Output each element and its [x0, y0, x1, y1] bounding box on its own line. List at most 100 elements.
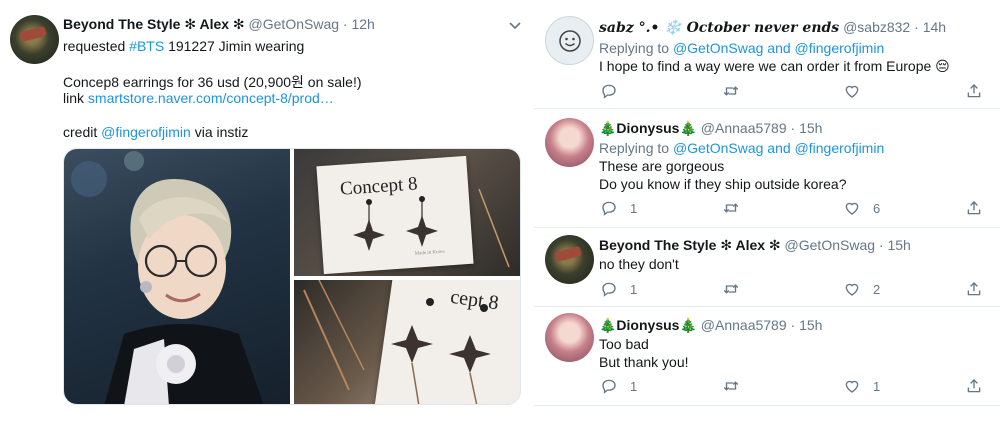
display-name[interactable]: Beyond The Style ✻ Alex ✻ — [599, 237, 781, 253]
tweet-header: 🎄Dionysus🎄 @Annaa5789 · 15h — [599, 317, 822, 334]
reply-button[interactable]: 1 — [600, 199, 637, 217]
like-icon — [843, 377, 861, 395]
avatar[interactable] — [10, 15, 59, 64]
divider — [534, 405, 1000, 406]
text: credit — [63, 124, 102, 140]
action-bar — [600, 82, 983, 102]
handle[interactable]: @GetOnSwag — [785, 237, 875, 253]
like-icon — [843, 82, 861, 100]
replying-label: Replying to — [599, 140, 673, 156]
display-name[interactable]: sabz °.• ❄️ October never ends — [599, 20, 839, 36]
like-count: 2 — [873, 281, 881, 297]
earring-illustration — [303, 280, 491, 404]
reply-button[interactable]: 1 — [600, 377, 637, 395]
separator: · — [875, 237, 888, 253]
separator: · — [339, 16, 352, 32]
mention-link[interactable]: @fingerofjimin — [101, 124, 191, 140]
smiley-icon — [559, 30, 581, 52]
share-icon — [965, 199, 983, 217]
share-button[interactable] — [965, 280, 983, 298]
separator: · — [786, 317, 800, 333]
tweet-text-line: Do you know if they ship outside korea? — [599, 176, 847, 192]
tweet-text-line: Concep8 earrings for 36 usd (20,900원 on … — [63, 74, 362, 90]
media-grid: Concept 8 Made in Korea cept 8 — [63, 148, 521, 405]
tweet-text-line: requested #BTS 191227 Jimin wearing — [63, 38, 304, 54]
tweet-text-line: I hope to find a way were we can order i… — [599, 58, 950, 74]
like-count: 1 — [873, 378, 881, 394]
tweet-header: 🎄Dionysus🎄 @Annaa5789 · 15h — [599, 120, 822, 137]
tweet-header: Beyond The Style ✻ Alex ✻ @GetOnSwag · 1… — [599, 237, 911, 254]
chevron-down-icon[interactable] — [508, 18, 522, 35]
photo-illustration — [71, 151, 264, 404]
action-bar: 16 — [600, 199, 983, 219]
text: requested — [63, 38, 130, 54]
timestamp[interactable]: 12h — [351, 16, 374, 32]
reply-icon — [600, 377, 618, 395]
hashtag-link[interactable]: #BTS — [129, 38, 164, 54]
timestamp[interactable]: 14h — [923, 19, 946, 35]
divider — [534, 227, 1000, 228]
like-button[interactable]: 2 — [843, 280, 880, 298]
text: link — [63, 90, 88, 106]
handle[interactable]: @sabz832 — [843, 19, 910, 35]
mention-link[interactable]: @GetOnSwag and @fingerofjimin — [673, 140, 884, 156]
handle[interactable]: @Annaa5789 — [701, 317, 787, 333]
timestamp[interactable]: 15h — [799, 120, 822, 136]
tweet-text-line: But thank you! — [599, 354, 689, 370]
text: 191227 Jimin wearing — [164, 38, 305, 54]
media-photo[interactable]: cept 8 — [294, 280, 520, 404]
avatar[interactable] — [545, 235, 594, 284]
media-photo[interactable] — [64, 149, 290, 404]
timestamp[interactable]: 15h — [799, 317, 822, 333]
like-icon — [843, 280, 861, 298]
display-name[interactable]: 🎄Dionysus🎄 — [599, 317, 697, 333]
handle[interactable]: @GetOnSwag — [249, 16, 339, 32]
tweet-header: Beyond The Style ✻ Alex ✻ @GetOnSwag · 1… — [63, 16, 375, 33]
tweet-text-line: no they don't — [599, 256, 679, 272]
tweet-text-line: These are gorgeous — [599, 158, 725, 174]
mention-link[interactable]: @GetOnSwag and @fingerofjimin — [673, 40, 884, 56]
reply-count: 1 — [630, 378, 638, 394]
reply-icon — [600, 199, 618, 217]
share-button[interactable] — [965, 377, 983, 395]
avatar[interactable] — [545, 118, 594, 167]
like-button[interactable]: 1 — [843, 377, 880, 395]
retweet-icon — [721, 199, 741, 217]
separator: · — [910, 19, 923, 35]
share-button[interactable] — [965, 82, 983, 100]
avatar[interactable] — [545, 16, 594, 65]
reply-count: 1 — [630, 200, 638, 216]
separator: · — [786, 120, 800, 136]
display-name[interactable]: 🎄Dionysus🎄 — [599, 120, 697, 136]
tweet-text-line: credit @fingerofjimin via instiz — [63, 124, 248, 140]
like-icon — [843, 199, 861, 217]
action-bar: 12 — [600, 280, 983, 300]
divider — [534, 306, 1000, 307]
like-button[interactable]: 6 — [843, 199, 880, 217]
avatar[interactable] — [545, 313, 594, 362]
share-button[interactable] — [965, 199, 983, 217]
url-link[interactable]: smartstore.naver.com/concept-8/prod… — [88, 90, 334, 106]
handle[interactable]: @Annaa5789 — [701, 120, 787, 136]
retweet-button[interactable] — [721, 377, 753, 395]
replying-label: Replying to — [599, 40, 673, 56]
timestamp[interactable]: 15h — [887, 237, 910, 253]
reply-icon — [600, 280, 618, 298]
reply-button[interactable]: 1 — [600, 280, 637, 298]
display-name[interactable]: Beyond The Style ✻ Alex ✻ — [63, 16, 245, 32]
reply-icon — [600, 82, 618, 100]
tweet-text-line: Too bad — [599, 336, 649, 352]
action-bar: 11 — [600, 377, 983, 397]
retweet-icon — [721, 82, 741, 100]
retweet-button[interactable] — [721, 82, 753, 100]
retweet-button[interactable] — [721, 199, 753, 217]
like-button[interactable] — [843, 82, 873, 100]
tweet-text-line: link smartstore.naver.com/concept-8/prod… — [63, 90, 334, 106]
replying-to: Replying to @GetOnSwag and @fingerofjimi… — [599, 140, 884, 156]
retweet-button[interactable] — [721, 280, 753, 298]
share-icon — [965, 377, 983, 395]
like-count: 6 — [873, 200, 881, 216]
reply-button[interactable] — [600, 82, 630, 100]
tweet-header: sabz °.• ❄️ October never ends @sabz832 … — [599, 19, 946, 36]
media-photo[interactable]: Concept 8 Made in Korea — [294, 149, 520, 276]
